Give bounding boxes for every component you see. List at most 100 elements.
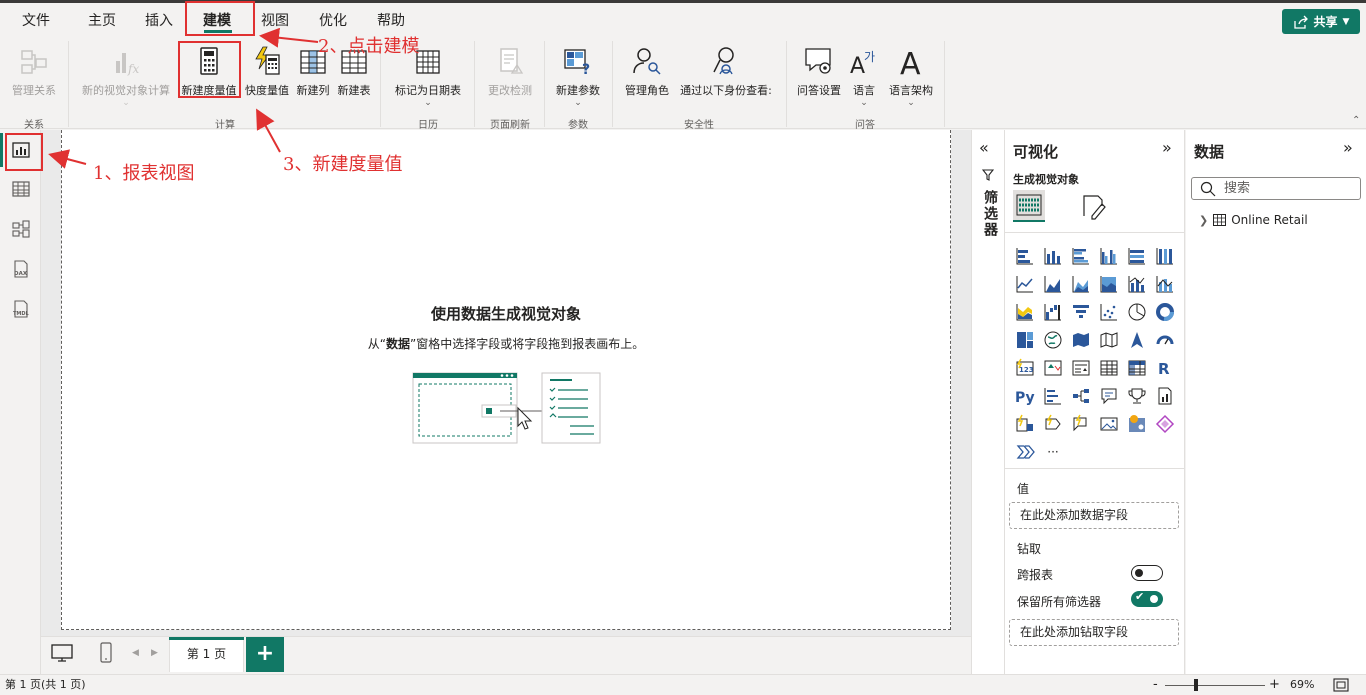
model-view-button[interactable] xyxy=(5,213,37,245)
tab-view[interactable]: 视图 xyxy=(253,9,297,33)
qa-setup-button[interactable]: 问答设置 xyxy=(792,43,846,111)
line-chart-icon[interactable] xyxy=(1011,270,1039,298)
stacked-bar-chart-icon[interactable] xyxy=(1011,242,1039,270)
matrix-icon[interactable] xyxy=(1123,354,1151,382)
key-influencers-icon[interactable] xyxy=(1039,382,1067,410)
area-chart-icon[interactable] xyxy=(1039,270,1067,298)
funnel-chart-icon[interactable] xyxy=(1067,298,1095,326)
scatter-chart-icon[interactable] xyxy=(1095,298,1123,326)
quick-measure-button[interactable]: 快度量值 xyxy=(242,43,292,111)
view-as-button[interactable]: 通过以下身份查看: xyxy=(674,43,778,111)
custom-visual-icon[interactable] xyxy=(1151,410,1179,438)
tab-home[interactable]: 主页 xyxy=(80,9,124,33)
cross-report-toggle[interactable] xyxy=(1131,565,1163,581)
100-stacked-bar-icon[interactable] xyxy=(1123,242,1151,270)
new-visual-calc-button[interactable]: fx 新的视觉对象计算 ⌄ xyxy=(76,43,176,111)
tab-help[interactable]: 帮助 xyxy=(369,9,413,33)
quick-measure-label: 快度量值 xyxy=(245,84,289,97)
table-view-button[interactable] xyxy=(5,173,37,205)
mobile-layout-icon[interactable] xyxy=(98,642,114,667)
desktop-layout-icon[interactable] xyxy=(50,643,74,666)
drill-through-field-well[interactable]: 在此处添加钻取字段 xyxy=(1009,619,1179,646)
stacked-area-chart-icon[interactable] xyxy=(1067,270,1095,298)
svg-text:fx: fx xyxy=(127,62,139,76)
manage-relationships-button[interactable]: 管理关系 xyxy=(4,43,64,111)
tab-optimize[interactable]: 优化 xyxy=(311,9,355,33)
expand-filters-icon[interactable]: « xyxy=(979,138,989,157)
tab-file[interactable]: 文件 xyxy=(14,9,58,33)
page-tab-1[interactable]: 第 1 页 xyxy=(169,637,244,672)
map-icon[interactable] xyxy=(1039,326,1067,354)
line-stacked-column-icon[interactable] xyxy=(1151,270,1179,298)
100-stacked-area-chart-icon[interactable] xyxy=(1095,270,1123,298)
zoom-slider-track[interactable] xyxy=(1165,685,1265,686)
values-field-well[interactable]: 在此处添加数据字段 xyxy=(1009,502,1179,529)
new-parameter-button[interactable]: ? 新建参数 ⌄ xyxy=(550,43,606,111)
share-button[interactable]: 共享 ▼ xyxy=(1282,9,1360,34)
language-label: 语言 xyxy=(853,84,875,97)
power-automate-flow-icon[interactable] xyxy=(1011,438,1039,466)
azure-map-icon[interactable] xyxy=(1123,326,1151,354)
more-visuals-icon[interactable]: ··· xyxy=(1039,438,1067,466)
stacked-column-chart-icon[interactable] xyxy=(1039,242,1067,270)
manage-roles-button[interactable]: 管理角色 xyxy=(620,43,674,111)
view-as-label: 通过以下身份查看: xyxy=(680,84,772,97)
smart-narrative-icon[interactable] xyxy=(1123,382,1151,410)
decomposition-tree-icon[interactable] xyxy=(1067,382,1095,410)
card-icon[interactable]: 123 xyxy=(1011,354,1039,382)
data-search-input[interactable]: 搜索 xyxy=(1191,177,1361,200)
annotation-step-2: 2、点击建模 xyxy=(318,36,420,57)
line-clustered-column-icon[interactable] xyxy=(1123,270,1151,298)
format-visual-tab[interactable] xyxy=(1080,192,1108,223)
page-prev-icon[interactable]: ◀ xyxy=(132,648,139,658)
power-automate-icon[interactable] xyxy=(1067,410,1095,438)
dax-query-view-button[interactable]: DAX xyxy=(5,253,37,285)
keep-all-filters-toggle[interactable]: ✔ xyxy=(1131,590,1163,607)
shape-map-icon[interactable] xyxy=(1095,326,1123,354)
fit-to-page-icon[interactable] xyxy=(1333,678,1349,692)
add-page-button[interactable]: + xyxy=(246,637,284,672)
table-visual-icon[interactable] xyxy=(1095,354,1123,382)
check-icon: ✔ xyxy=(1135,590,1145,603)
model-view-icon xyxy=(12,220,30,238)
gauge-icon[interactable] xyxy=(1151,326,1179,354)
change-detection-button[interactable]: 更改检测 xyxy=(480,43,540,111)
image-visual-icon[interactable] xyxy=(1095,410,1123,438)
collapse-visualizations-icon[interactable]: » xyxy=(1162,138,1172,157)
view-switcher xyxy=(0,130,41,674)
100-stacked-column-icon[interactable] xyxy=(1151,242,1179,270)
clustered-column-chart-icon[interactable] xyxy=(1095,242,1123,270)
python-visual-icon[interactable]: Py xyxy=(1011,382,1039,410)
qa-setup-label: 问答设置 xyxy=(797,84,841,97)
page-next-icon[interactable]: ▶ xyxy=(151,648,158,658)
zoom-in-button[interactable]: + xyxy=(1269,675,1280,695)
power-apps-icon[interactable] xyxy=(1039,410,1067,438)
donut-chart-icon[interactable] xyxy=(1151,298,1179,326)
chevron-down-icon: ⌄ xyxy=(574,98,582,108)
build-visual-tab[interactable] xyxy=(1013,190,1045,222)
zoom-level: 69% xyxy=(1290,678,1315,691)
tab-insert[interactable]: 插入 xyxy=(137,9,181,33)
paginated-report-icon[interactable] xyxy=(1151,382,1179,410)
metrics-icon[interactable] xyxy=(1011,410,1039,438)
qa-visual-icon[interactable] xyxy=(1095,382,1123,410)
language-button[interactable]: A가 语言 ⌄ xyxy=(846,43,882,111)
clustered-bar-chart-icon[interactable] xyxy=(1067,242,1095,270)
zoom-out-button[interactable]: - xyxy=(1153,675,1158,695)
filled-map-icon[interactable] xyxy=(1067,326,1095,354)
kpi-icon[interactable] xyxy=(1039,354,1067,382)
collapse-data-pane-icon[interactable]: » xyxy=(1343,138,1353,157)
pie-chart-icon[interactable] xyxy=(1123,298,1151,326)
arcgis-map-icon[interactable] xyxy=(1123,410,1151,438)
tmdl-icon: TMDL xyxy=(13,300,30,318)
waterfall-chart-icon[interactable] xyxy=(1039,298,1067,326)
tmdl-view-button[interactable]: TMDL xyxy=(5,293,37,325)
ribbon-chart-icon[interactable] xyxy=(1011,298,1039,326)
r-script-visual-icon[interactable]: R xyxy=(1151,354,1179,382)
linguistic-schema-button[interactable]: A 语言架构 ⌄ xyxy=(884,43,938,111)
zoom-slider-thumb[interactable] xyxy=(1194,679,1198,691)
data-table-item[interactable]: ❯ Online Retail xyxy=(1199,213,1308,227)
slicer-icon[interactable] xyxy=(1067,354,1095,382)
collapse-ribbon-icon[interactable]: ⌃ xyxy=(1352,115,1360,126)
treemap-icon[interactable] xyxy=(1011,326,1039,354)
